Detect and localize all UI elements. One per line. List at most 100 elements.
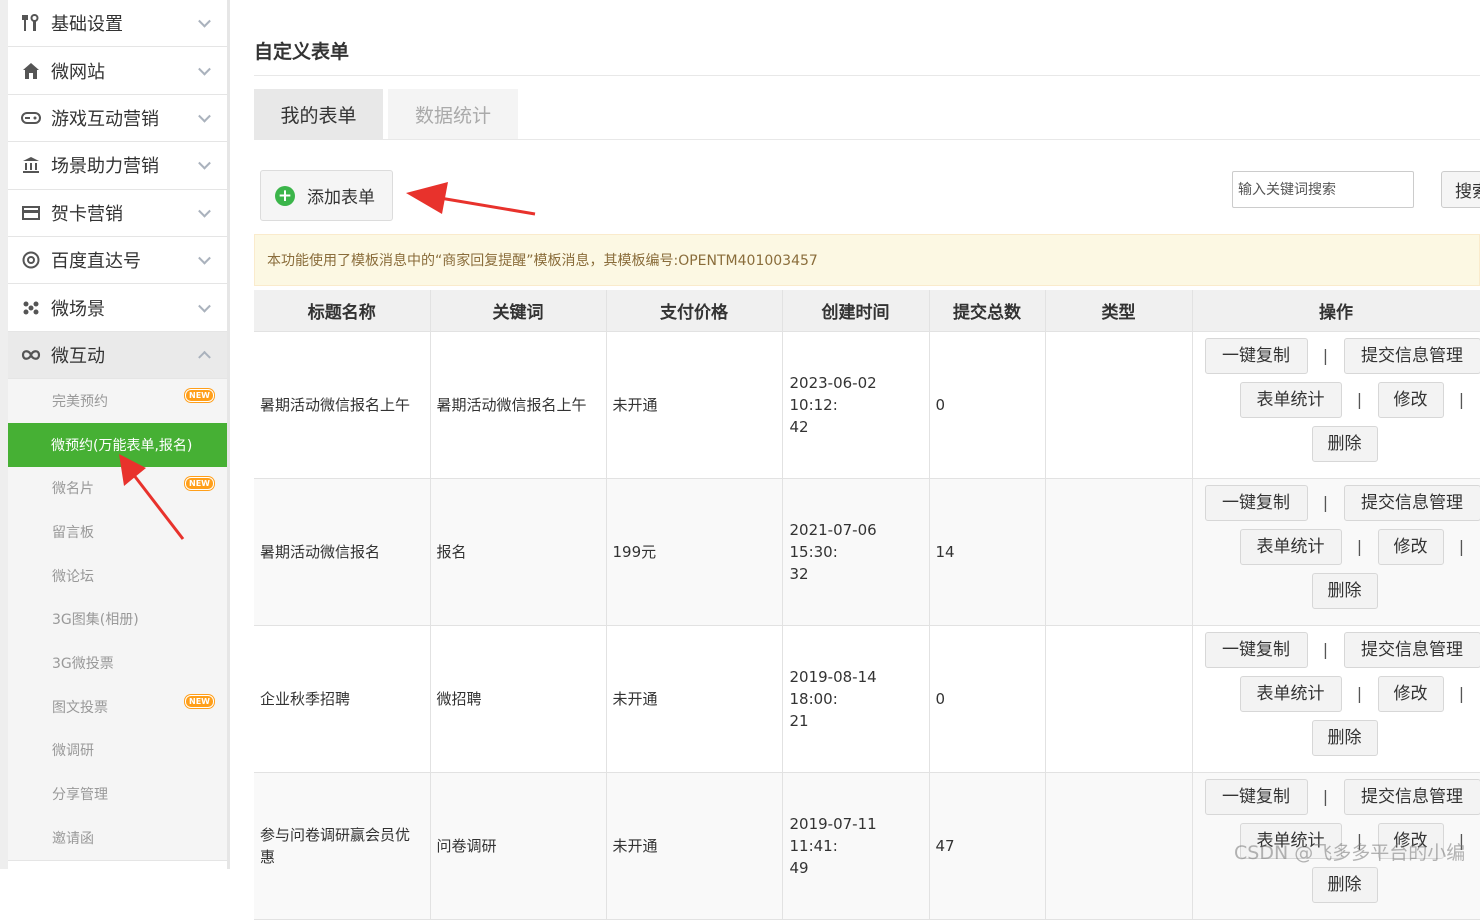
cell-actions: 一键复制 | 提交信息管理 表单统计 | 修改 | 删除: [1192, 625, 1480, 772]
actions-line: 一键复制 | 提交信息管理: [1205, 485, 1480, 521]
menu-label: 微互动: [51, 342, 105, 368]
time-part: 32: [790, 565, 809, 583]
delete-button[interactable]: 删除: [1312, 867, 1378, 903]
cell-count: 0: [929, 625, 1045, 772]
manage-submissions-button[interactable]: 提交信息管理: [1344, 779, 1480, 815]
table-header-row: 标题名称 关键词 支付价格 创建时间 提交总数 类型 操作: [254, 290, 1480, 331]
menu-item-scene-marketing[interactable]: 场景助力营销: [8, 142, 227, 189]
submenu-item-message-board[interactable]: 留言板: [8, 510, 227, 554]
copy-button[interactable]: 一键复制: [1205, 338, 1308, 374]
menu-item-basic-settings[interactable]: 基础设置: [8, 0, 227, 47]
add-form-button[interactable]: + 添加表单: [260, 170, 393, 221]
copy-button[interactable]: 一键复制: [1205, 485, 1308, 521]
manage-submissions-button[interactable]: 提交信息管理: [1344, 338, 1480, 374]
cell-type: [1045, 331, 1192, 478]
copy-button[interactable]: 一键复制: [1205, 632, 1308, 668]
submenu-label: 微论坛: [52, 566, 94, 586]
submenu-item-invitation[interactable]: 邀请函: [8, 816, 227, 860]
new-badge: NEW: [185, 477, 214, 490]
submenu-label: 3G图集(相册): [52, 609, 139, 629]
actions-line: 一键复制 | 提交信息管理: [1205, 632, 1480, 668]
time-part: 2019-07-11 11:41:: [790, 815, 877, 855]
submenu-item-micro-card[interactable]: 微名片 NEW: [8, 467, 227, 511]
search-input[interactable]: [1232, 171, 1414, 208]
menu-label: 百度直达号: [51, 247, 141, 273]
edit-button[interactable]: 修改: [1378, 676, 1444, 712]
cell-count: 0: [929, 331, 1045, 478]
cell-created-time: 2021-07-06 15:30:32: [782, 478, 929, 625]
cell-keyword: 问卷调研: [430, 772, 606, 919]
cell-count: 14: [929, 478, 1045, 625]
cell-created-time: 2019-07-11 11:41:49: [782, 772, 929, 919]
separator: |: [1342, 536, 1378, 558]
submenu-item-survey[interactable]: 微调研: [8, 729, 227, 773]
menu-item-micro-site[interactable]: 微网站: [8, 47, 227, 94]
divider: [254, 139, 1480, 140]
menu-item-greeting-card[interactable]: 贺卡营销: [8, 190, 227, 237]
chevron-down-icon: [198, 299, 211, 312]
form-stats-button[interactable]: 表单统计: [1240, 529, 1342, 565]
submenu-label: 图文投票: [52, 697, 108, 717]
chevron-up-icon: [198, 351, 211, 364]
cell-title: 暑期活动微信报名: [254, 478, 430, 625]
column-header: 关键词: [430, 290, 606, 331]
manage-submissions-button[interactable]: 提交信息管理: [1344, 632, 1480, 668]
delete-button[interactable]: 删除: [1312, 720, 1378, 756]
plus-circle-icon: +: [275, 186, 295, 206]
separator: |: [1308, 786, 1344, 808]
menu-item-game-marketing[interactable]: 游戏互动营销: [8, 95, 227, 142]
separator: |: [1342, 683, 1378, 705]
search-button[interactable]: 搜索: [1441, 171, 1480, 208]
sidebar: 基础设置 微网站 游戏互动营销 场景助力营销: [0, 0, 230, 869]
cell-created-time: 2019-08-14 18:00:21: [782, 625, 929, 772]
submenu-item-share[interactable]: 分享管理: [8, 772, 227, 816]
at-icon: [20, 251, 42, 269]
submenu: 完美预约 NEW 微预约(万能表单,报名) 微名片 NEW 留言板 微论坛 3G…: [8, 379, 227, 860]
actions-line: 表单统计 | 修改 |: [1205, 676, 1480, 712]
menu-item-baidu-direct[interactable]: 百度直达号: [8, 237, 227, 284]
actions-line: 删除: [1205, 573, 1480, 609]
tabs: 我的表单 数据统计: [254, 89, 523, 139]
form-stats-button[interactable]: 表单统计: [1240, 676, 1342, 712]
menu-item-micro-scene[interactable]: 微场景: [8, 284, 227, 331]
tab-data-stats[interactable]: 数据统计: [388, 89, 518, 139]
edit-button[interactable]: 修改: [1378, 529, 1444, 565]
menu-label: 游戏互动营销: [51, 105, 159, 131]
form-stats-button[interactable]: 表单统计: [1240, 382, 1342, 418]
manage-submissions-button[interactable]: 提交信息管理: [1344, 485, 1480, 521]
submenu-item-forum[interactable]: 微论坛: [8, 554, 227, 598]
tools-icon: [20, 14, 42, 32]
forms-table: 标题名称 关键词 支付价格 创建时间 提交总数 类型 操作 暑期活动微信报名上午…: [254, 290, 1480, 920]
separator: |: [1308, 492, 1344, 514]
submenu-item-vote[interactable]: 3G微投票: [8, 641, 227, 685]
submenu-item-perfect-booking[interactable]: 完美预约 NEW: [8, 379, 227, 423]
table-row: 企业秋季招聘 微招聘 未开通 2019-08-14 18:00:21 0 一键复…: [254, 625, 1480, 772]
menu-label: 场景助力营销: [51, 152, 159, 178]
add-form-label: 添加表单: [307, 183, 375, 208]
sidebar-divider: [227, 0, 230, 869]
page-title: 自定义表单: [254, 37, 349, 64]
time-part: 2023-06-02 10:12:: [790, 374, 877, 414]
chevron-down-icon: [198, 110, 211, 123]
cell-created-time: 2023-06-02 10:12:42: [782, 331, 929, 478]
cell-type: [1045, 625, 1192, 772]
submenu-item-micro-booking[interactable]: 微预约(万能表单,报名): [8, 423, 227, 467]
chevron-down-icon: [198, 205, 211, 218]
submenu-label: 微调研: [52, 740, 94, 760]
column-header: 类型: [1045, 290, 1192, 331]
sidebar-edge: [0, 0, 8, 869]
notice-bar: 本功能使用了模板消息中的“商家回复提醒”模板消息，其模板编号:OPENTM401…: [254, 234, 1480, 286]
actions-line: 一键复制 | 提交信息管理: [1205, 779, 1480, 815]
tab-my-forms[interactable]: 我的表单: [254, 89, 383, 139]
submenu-label: 微预约(万能表单,报名): [51, 435, 192, 455]
submenu-item-album[interactable]: 3G图集(相册): [8, 598, 227, 642]
delete-button[interactable]: 删除: [1312, 426, 1378, 462]
copy-button[interactable]: 一键复制: [1205, 779, 1308, 815]
submenu-item-image-vote[interactable]: 图文投票 NEW: [8, 685, 227, 729]
chevron-down-icon: [198, 62, 211, 75]
menu-item-micro-interact[interactable]: 微互动: [8, 332, 227, 379]
column-header: 提交总数: [929, 290, 1045, 331]
edit-button[interactable]: 修改: [1378, 382, 1444, 418]
submenu-label: 分享管理: [52, 784, 108, 804]
delete-button[interactable]: 删除: [1312, 573, 1378, 609]
